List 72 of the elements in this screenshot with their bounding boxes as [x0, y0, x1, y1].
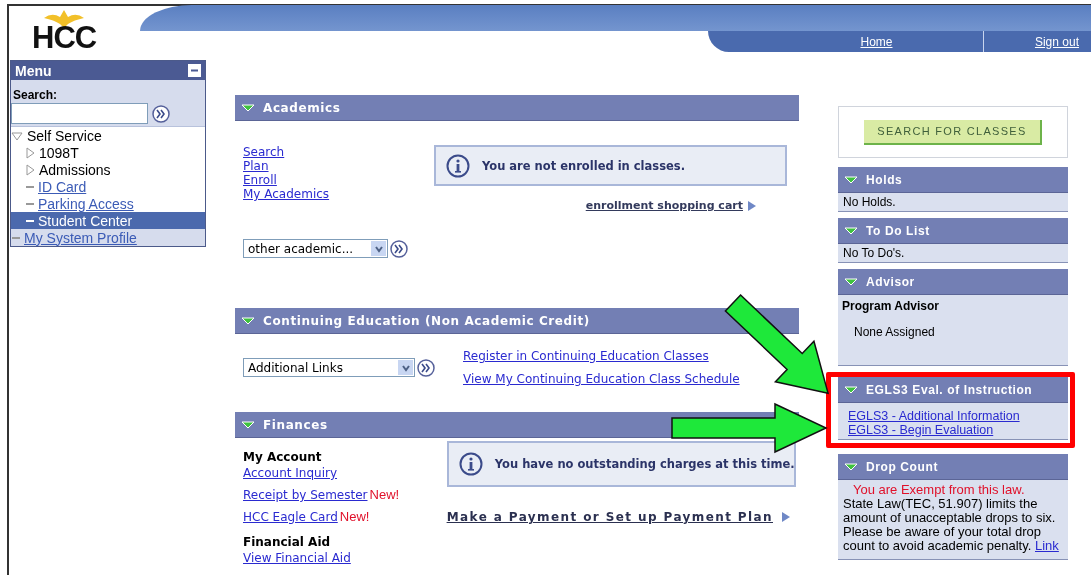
- info-icon: [458, 452, 483, 476]
- finance-link[interactable]: View Financial Aid: [243, 551, 351, 565]
- new-label: New!: [369, 487, 400, 502]
- panel-text: No To Do's.: [843, 246, 906, 260]
- panel-title: EGLS3 Eval. of Instruction: [866, 382, 1033, 397]
- collapse-icon[interactable]: [188, 64, 201, 77]
- panel-title: Holds: [866, 172, 903, 187]
- finance-link[interactable]: Receipt by Semester: [243, 488, 368, 502]
- drop-count-text: State Law(TEC, 51.907) limits the amount of unacceptable drops to six. Please be aware of your total drop count to avoid academic penalty. Link: [843, 497, 1060, 553]
- triangle-down-icon: [844, 174, 858, 185]
- section-heading: Financial Aid: [243, 535, 332, 549]
- triangle-down-icon: [844, 276, 858, 287]
- message-text: You have no outstanding charges at this time.: [494, 457, 795, 471]
- play-icon: [747, 199, 757, 212]
- link[interactable]: Link: [1035, 538, 1059, 553]
- academics-link[interactable]: Enroll: [243, 173, 408, 187]
- dropdown[interactable]: Additional Links: [243, 358, 415, 377]
- academics-link[interactable]: My Academics: [243, 187, 408, 201]
- go-button[interactable]: [390, 239, 408, 258]
- panel-title: Finances: [263, 417, 328, 432]
- panel-title: Drop Count: [866, 459, 938, 474]
- panel-title: To Do List: [866, 223, 930, 238]
- search-field[interactable]: [11, 103, 148, 124]
- panel-title: Continuing Education (Non Academic Credit): [263, 313, 590, 328]
- info-icon: [446, 153, 470, 178]
- continuing-education-link[interactable]: View My Continuing Education Class Schedule: [463, 372, 740, 386]
- panel-header[interactable]: EGLS3 Eval. of Instruction: [838, 377, 1068, 403]
- nav-link[interactable]: Home: [708, 31, 984, 52]
- message-text: You are not enrolled in classes.: [482, 158, 686, 173]
- menu-title: Menu: [15, 62, 52, 79]
- panel-header[interactable]: To Do List: [838, 218, 1068, 244]
- logo-text: HCC: [32, 22, 97, 53]
- play-icon: [781, 511, 791, 523]
- menu-item[interactable]: Admissions: [39, 161, 111, 178]
- triangle-down-icon: [844, 461, 858, 472]
- panel-header[interactable]: Advisor: [838, 269, 1068, 295]
- dropdown[interactable]: other academic...: [243, 239, 388, 258]
- finance-link[interactable]: HCC Eagle Card: [243, 510, 338, 524]
- triangle-down-icon: [241, 419, 255, 430]
- finance-link[interactable]: Account Inquiry: [243, 466, 337, 480]
- panel-header[interactable]: Academics: [235, 95, 799, 121]
- academics-link[interactable]: Search: [243, 145, 408, 159]
- triangle-down-icon: [241, 102, 255, 113]
- evaluation-link[interactable]: EGLS3 - Begin Evaluation: [848, 423, 1058, 437]
- panel-header[interactable]: Holds: [838, 167, 1068, 193]
- menu-link[interactable]: ID Card: [38, 178, 87, 195]
- academics-link[interactable]: Plan: [243, 159, 408, 173]
- panel-header[interactable]: Continuing Education (Non Academic Credit): [235, 308, 799, 334]
- payment-link[interactable]: Make a Payment or Set up Payment Plan: [446, 510, 791, 524]
- menu-item[interactable]: Self Service: [27, 127, 102, 144]
- continuing-education-link[interactable]: Register in Continuing Education Classes: [463, 349, 740, 363]
- go-button[interactable]: [417, 358, 435, 377]
- exempt-notice: You are Exempt from this law.: [852, 482, 1026, 497]
- triangle-down-icon: [844, 225, 858, 236]
- shopping-cart-link[interactable]: enrollment shopping cart: [434, 199, 757, 212]
- nav-link[interactable]: Sign out: [984, 31, 1091, 52]
- triangle-down-icon: [241, 315, 255, 326]
- section-heading: My Account: [243, 450, 323, 464]
- triangle-down-icon: [844, 384, 858, 395]
- advisor-heading: Program Advisor: [842, 299, 940, 313]
- panel-text: No Holds.: [843, 195, 897, 209]
- new-label: New!: [339, 509, 370, 524]
- advisor-name: None Assigned: [854, 325, 936, 339]
- menu-item[interactable]: 1098T: [39, 144, 79, 161]
- panel-title: Advisor: [866, 274, 915, 289]
- search-label: Search:: [12, 87, 59, 103]
- panel-title: Academics: [263, 100, 341, 115]
- menu-link[interactable]: Parking Access: [38, 195, 134, 212]
- evaluation-link[interactable]: EGLS3 - Additional Information: [848, 409, 1058, 423]
- search-for-classes-button[interactable]: SEARCH FOR CLASSES: [864, 119, 1042, 145]
- go-button[interactable]: [152, 104, 170, 123]
- panel-header[interactable]: Drop Count: [838, 454, 1068, 480]
